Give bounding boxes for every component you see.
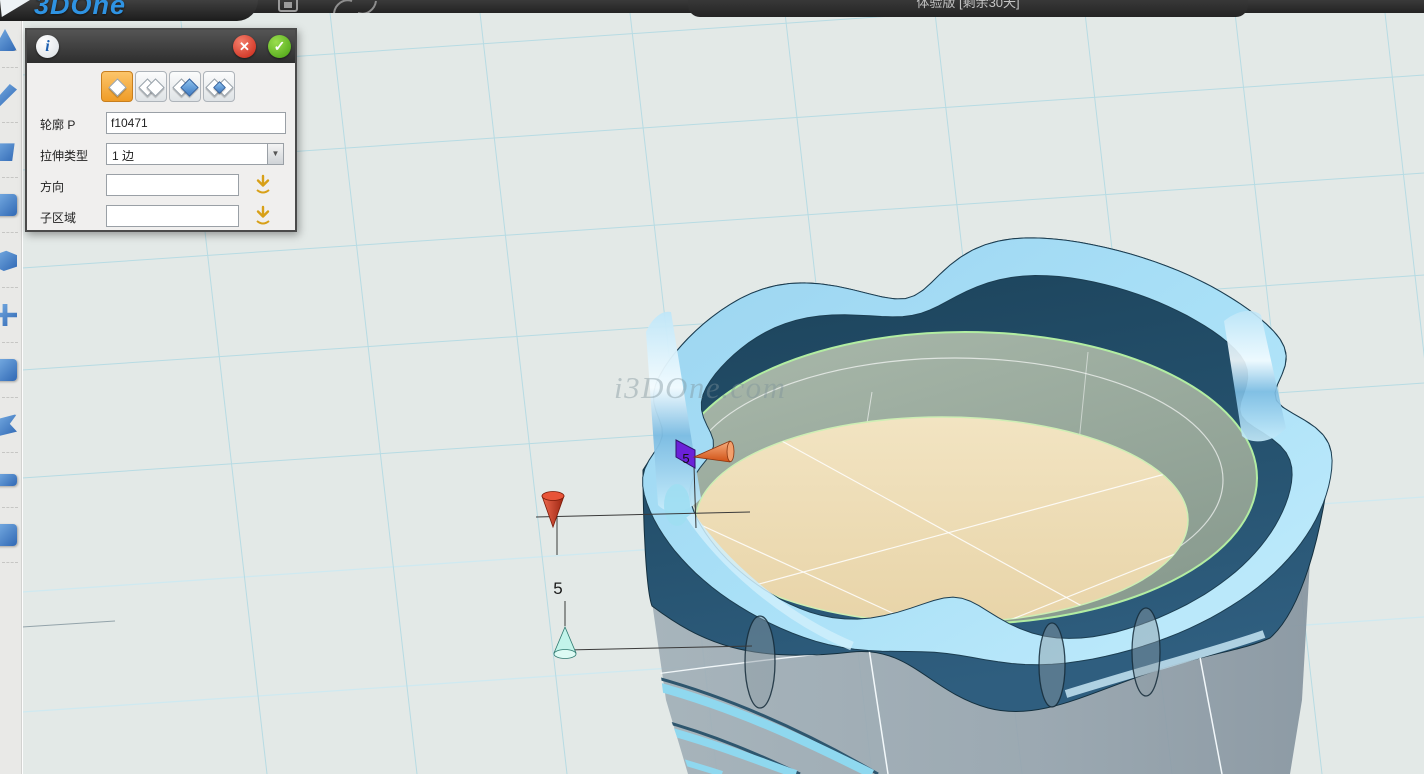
sidebar-tool-shapes-icon[interactable] <box>0 13 22 68</box>
surface-icon <box>0 194 17 216</box>
undo-icon[interactable] <box>330 0 380 13</box>
move-icon <box>0 304 17 326</box>
grip-rib <box>745 616 775 708</box>
info-icon[interactable]: i <box>36 35 59 58</box>
subregion-field-row: 子区域 <box>27 202 295 233</box>
dimension-label: 5 <box>553 579 562 598</box>
logo-area: 3DOne <box>0 0 258 21</box>
sidebar-tool-rotate-icon[interactable] <box>0 398 22 453</box>
extrude-icon <box>0 249 17 271</box>
direction-label: 方向 <box>40 178 64 195</box>
watermark: i3DOne.com <box>614 370 787 405</box>
sidebar-tool-sketch-icon[interactable] <box>0 68 22 123</box>
grip-rib <box>1039 623 1065 707</box>
titlebar: 体验版 [剩余30天] 3DOne <box>0 0 1424 13</box>
sketch-icon <box>0 84 17 106</box>
sidebar-tool-render-icon[interactable] <box>0 508 22 563</box>
extrude-type-select[interactable]: 1 边 ▼ <box>106 143 284 165</box>
extrude-type-label: 拉伸类型 <box>40 147 88 164</box>
divider <box>2 562 18 563</box>
shapes-icon <box>0 29 17 51</box>
direction-field-row: 方向 <box>27 171 295 202</box>
handle-distance-label: 5 <box>682 451 689 466</box>
sidebar-tool-extrude-icon[interactable] <box>0 233 22 288</box>
subregion-input[interactable] <box>106 205 239 227</box>
sidebar-tool-solid-icon[interactable] <box>0 123 22 178</box>
cavity-floor[interactable] <box>696 417 1188 623</box>
mode-subtract-button[interactable] <box>169 71 201 102</box>
cancel-button[interactable]: ✕ <box>233 35 256 58</box>
chevron-down-icon[interactable]: ▼ <box>267 144 283 164</box>
application-window: { "titlebar": { "logo": "3DOne", "title_… <box>0 0 1424 774</box>
left-toolbar <box>0 13 23 774</box>
confirm-button[interactable]: ✓ <box>268 35 291 58</box>
subregion-picker-icon[interactable] <box>254 205 272 225</box>
magnet-icon <box>0 359 17 381</box>
solid-icon <box>0 139 17 161</box>
sidebar-tool-magnet-icon[interactable] <box>0 343 22 398</box>
profile-input[interactable] <box>106 112 286 134</box>
extrude-dialog: i ✕ ✓ 轮廓 P 拉伸类型 1 边 ▼ 方向 <box>25 28 297 232</box>
subregion-label: 子区域 <box>40 209 76 226</box>
base-diamond-icon <box>108 78 126 96</box>
direction-input[interactable] <box>106 174 239 196</box>
window-title: 体验版 [剩余30天] <box>688 0 1248 11</box>
rotate-icon <box>0 414 17 436</box>
boolean-mode-row <box>27 67 295 109</box>
grip-rib <box>1132 608 1160 696</box>
window-title-tab: 体验版 [剩余30天] <box>688 0 1248 17</box>
render-icon <box>0 524 17 546</box>
sidebar-tool-measure-icon[interactable] <box>0 453 22 508</box>
sidebar-tool-move-icon[interactable] <box>0 288 22 343</box>
mode-add-button[interactable] <box>135 71 167 102</box>
mode-base-button[interactable] <box>101 71 133 102</box>
redo-icon <box>358 1 376 13</box>
app-logo: 3DOne <box>34 0 126 21</box>
sidebar-tool-surface-icon[interactable] <box>0 178 22 233</box>
measure-icon <box>0 474 17 486</box>
save-icon[interactable] <box>276 0 302 13</box>
mode-intersect-button[interactable] <box>203 71 235 102</box>
direction-picker-icon[interactable] <box>254 174 272 194</box>
profile-label: 轮廓 P <box>40 116 75 133</box>
logo-arrow-icon <box>0 0 30 17</box>
profile-field-row: 轮廓 P <box>27 109 295 140</box>
extrude-type-field-row: 拉伸类型 1 边 ▼ <box>27 140 295 171</box>
dialog-titlebar[interactable]: i ✕ ✓ <box>27 30 295 63</box>
